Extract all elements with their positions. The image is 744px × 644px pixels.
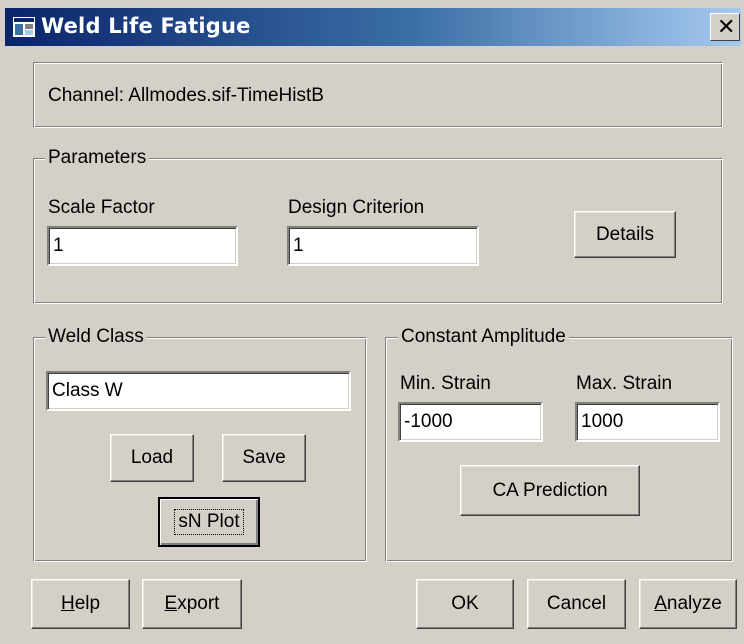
constant-amplitude-group [385,337,733,562]
weld-class-input[interactable] [46,371,351,411]
export-mnemonic: E [164,593,178,614]
weld-life-fatigue-dialog: Weld Life Fatigue ✕ Channel: Allmodes.si… [0,0,744,644]
min-strain-input[interactable] [398,402,543,442]
ok-button-label: OK [451,593,479,614]
ca-prediction-button[interactable]: CA Prediction [460,465,640,516]
help-mnemonic: H [60,593,75,614]
load-button-label: Load [130,447,174,468]
help-button[interactable]: Help [31,579,130,629]
cancel-button[interactable]: Cancel [527,579,626,629]
close-button[interactable]: ✕ [710,13,740,41]
sn-plot-button-label: sN Plot [174,509,244,535]
ca-prediction-button-label: CA Prediction [492,479,608,501]
window-title: Weld Life Fatigue [41,14,251,38]
max-strain-input[interactable] [575,402,720,442]
close-icon: ✕ [717,15,736,40]
sn-plot-button[interactable]: sN Plot [158,497,260,547]
analyze-button[interactable]: Analyze [639,579,737,629]
export-button-label: xport [177,593,220,614]
details-button-label: Details [595,223,655,245]
constant-amplitude-legend: Constant Amplitude [398,326,569,348]
details-button[interactable]: Details [574,211,676,258]
min-strain-label: Min. Strain [400,373,491,394]
design-criterion-input[interactable] [287,226,479,266]
help-button-label: elp [74,593,101,614]
title-bar[interactable]: Weld Life Fatigue ✕ [5,8,741,46]
channel-label: Channel: Allmodes.sif-TimeHistB [48,85,324,106]
export-button[interactable]: Export [142,579,242,629]
ok-button[interactable]: OK [416,579,514,629]
save-button-label: Save [242,447,286,468]
load-button[interactable]: Load [110,434,194,482]
app-icon [13,17,35,37]
max-strain-label: Max. Strain [576,373,673,394]
parameters-legend: Parameters [45,147,150,169]
analyze-mnemonic: A [654,593,667,614]
scale-factor-label: Scale Factor [48,197,155,218]
cancel-button-label: Cancel [546,593,607,614]
scale-factor-input[interactable] [47,226,238,266]
design-criterion-label: Design Criterion [288,197,425,218]
save-button[interactable]: Save [222,434,306,482]
analyze-button-label: nalyze [666,593,722,614]
weld-class-legend: Weld Class [45,326,147,348]
